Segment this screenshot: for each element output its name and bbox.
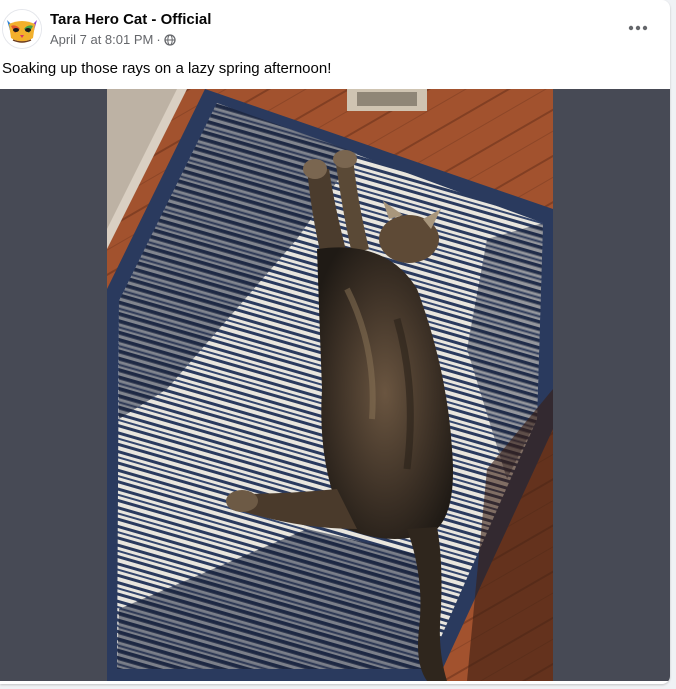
post-media[interactable]: [0, 89, 670, 681]
cat-on-rug-photo: [107, 89, 553, 681]
post-header: Tara Hero Cat - Official April 7 at 8:01…: [0, 0, 670, 56]
cat-face-logo-icon: [3, 10, 41, 48]
more-options-icon: [628, 25, 648, 31]
more-options-button[interactable]: [620, 10, 656, 46]
post-meta: April 7 at 8:01 PM ·: [50, 32, 176, 47]
post-timestamp[interactable]: April 7 at 8:01 PM: [50, 32, 153, 47]
meta-separator: ·: [156, 32, 161, 47]
page-avatar[interactable]: [2, 9, 42, 49]
page-name-link[interactable]: Tara Hero Cat - Official: [50, 11, 211, 28]
feed-post: Tara Hero Cat - Official April 7 at 8:01…: [0, 0, 670, 684]
globe-icon[interactable]: [164, 34, 176, 46]
post-photo[interactable]: [107, 89, 553, 681]
post-caption: Soaking up those rays on a lazy spring a…: [2, 60, 332, 77]
